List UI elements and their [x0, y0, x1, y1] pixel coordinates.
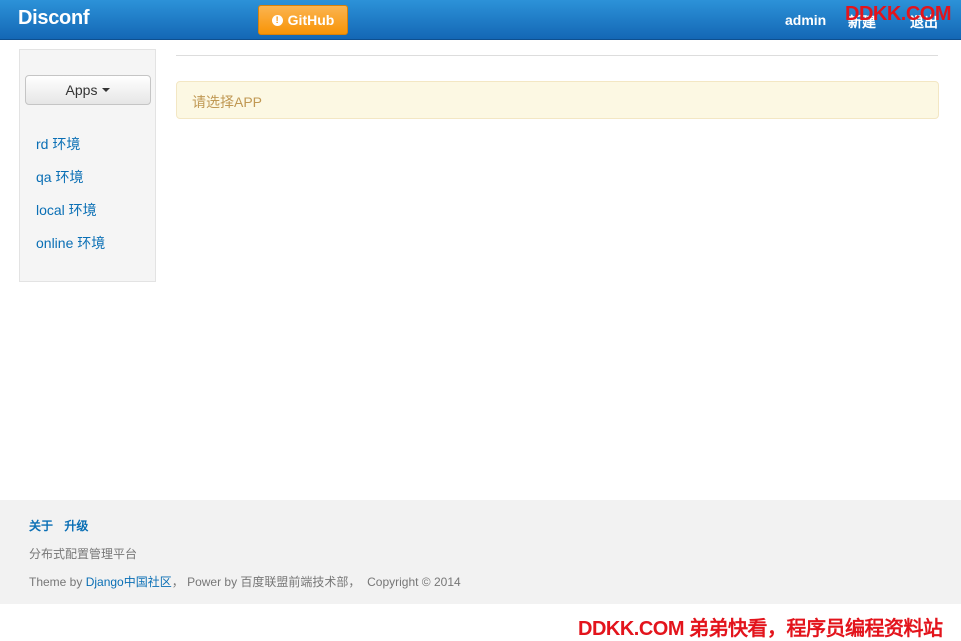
content-divider — [176, 55, 938, 56]
page-footer: 关于 升级 分布式配置管理平台 Theme by Django中国社区， Pow… — [0, 500, 961, 604]
user-name-link[interactable]: admin — [785, 12, 826, 28]
sidebar-item-local[interactable]: local 环境 — [36, 200, 97, 220]
credit-prefix: Theme by — [29, 575, 86, 589]
credit-middle: ， Power by 百度联盟前端技术部， — [171, 575, 361, 589]
django-community-link[interactable]: Django中国社区 — [86, 575, 172, 589]
info-circle-icon: ! — [271, 14, 283, 26]
watermark-bottom: DDKK.COM 弟弟快看，程序员编程资料站 — [578, 618, 943, 640]
top-navbar: Disconf ! GitHub admin 新建 退出 DDKK.COM — [0, 0, 961, 40]
sidebar-item-qa[interactable]: qa 环境 — [36, 167, 83, 187]
footer-credit: Theme by Django中国社区， Power by 百度联盟前端技术部，… — [29, 573, 461, 590]
github-button-label: GitHub — [287, 12, 335, 28]
watermark-top: DDKK.COM — [845, 3, 952, 25]
sidebar-item-online[interactable]: online 环境 — [36, 233, 105, 253]
brand-logo[interactable]: Disconf — [18, 7, 90, 30]
apps-dropdown-label: Apps — [65, 82, 98, 98]
env-sidebar: Apps rd 环境 qa 环境 local 环境 online 环境 — [19, 49, 156, 282]
sidebar-item-rd[interactable]: rd 环境 — [36, 134, 80, 154]
github-button[interactable]: ! GitHub — [258, 5, 348, 35]
copyright-text: Copyright © 2014 — [367, 575, 461, 589]
select-app-alert: 请选择APP — [176, 81, 939, 119]
footer-link-about[interactable]: 关于 — [29, 519, 53, 533]
footer-description: 分布式配置管理平台 — [29, 547, 138, 561]
footer-link-upgrade[interactable]: 升级 — [64, 519, 88, 533]
caret-down-icon — [102, 88, 111, 92]
apps-dropdown-button[interactable]: Apps — [25, 75, 151, 105]
footer-links: 关于 升级 — [29, 517, 96, 534]
